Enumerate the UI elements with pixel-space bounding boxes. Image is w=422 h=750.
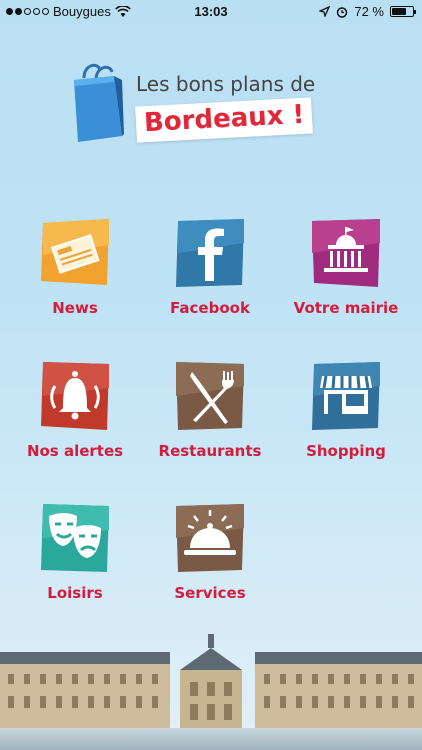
- bordeaux-skyline-image: [0, 634, 422, 750]
- tile-label: Votre mairie: [293, 299, 399, 317]
- battery-icon: [390, 6, 416, 17]
- tile-shopping[interactable]: Shopping: [286, 358, 406, 460]
- tile-news[interactable]: News: [15, 215, 135, 317]
- tile-loisirs[interactable]: Loisirs: [15, 500, 135, 602]
- shop-icon: [312, 362, 380, 430]
- logo-line1: Les bons plans de: [136, 72, 316, 96]
- tile-label: Loisirs: [47, 584, 103, 602]
- tile-facebook[interactable]: Facebook: [150, 215, 270, 317]
- tile-votre-mairie[interactable]: Votre mairie: [286, 215, 406, 317]
- facebook-icon: [176, 219, 244, 287]
- tile-label: News: [52, 299, 98, 317]
- battery-level: [392, 8, 406, 15]
- bell-icon: [41, 362, 109, 430]
- shopping-bag-icon: [74, 63, 124, 142]
- status-bar: Bouygues 13:03 72 %: [0, 0, 422, 24]
- tile-services[interactable]: Services: [150, 500, 270, 602]
- alarm-icon: [337, 6, 348, 18]
- tile-label: Shopping: [306, 442, 386, 460]
- tile-label: Restaurants: [158, 442, 262, 460]
- app-logo: Les bons plans de Bordeaux !: [70, 60, 360, 150]
- tile-nos-alertes[interactable]: Nos alertes: [15, 358, 135, 460]
- theater-masks-icon: [41, 504, 109, 572]
- service-bell-icon: [176, 504, 244, 572]
- tile-label: Services: [174, 584, 246, 602]
- logo-line2: Bordeaux !: [135, 97, 314, 143]
- location-arrow-icon: [319, 6, 331, 17]
- tile-label: Nos alertes: [26, 442, 124, 460]
- newspaper-icon: [41, 219, 109, 285]
- battery-percent: 72 %: [354, 4, 384, 19]
- tile-restaurants[interactable]: Restaurants: [150, 358, 270, 460]
- town-hall-icon: [312, 219, 380, 287]
- tile-label: Facebook: [170, 299, 250, 317]
- knife-fork-icon: [176, 362, 244, 430]
- status-right: 72 %: [319, 4, 416, 19]
